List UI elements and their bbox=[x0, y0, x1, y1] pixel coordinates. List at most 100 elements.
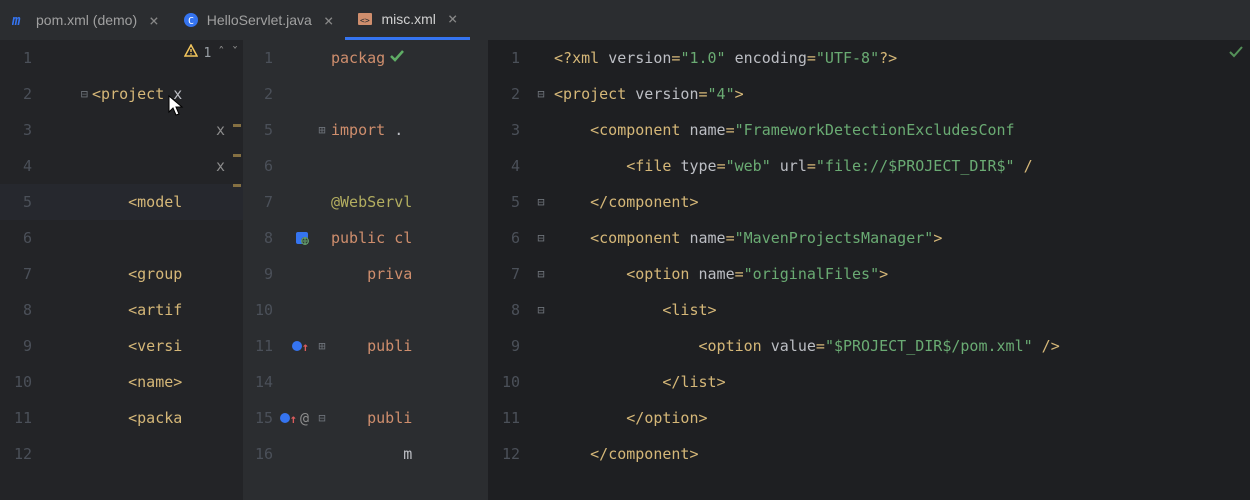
code-line[interactable]: 2 bbox=[243, 76, 488, 112]
override-icon[interactable]: ↑ bbox=[280, 409, 297, 427]
code-line[interactable]: 7⊟ <option name="originalFiles"> bbox=[488, 256, 1250, 292]
close-icon[interactable]: × bbox=[149, 11, 159, 30]
line-number: 3 bbox=[488, 121, 532, 139]
line-number: 9 bbox=[488, 337, 532, 355]
code-line[interactable]: 8⊟ <list> bbox=[488, 292, 1250, 328]
editor-col-misc[interactable]: 1<?xml version="1.0" encoding="UTF-8"?>2… bbox=[488, 40, 1250, 500]
line-number: 5 bbox=[0, 193, 44, 211]
code-line[interactable]: 1packag bbox=[243, 40, 488, 76]
code-line[interactable]: 12 bbox=[0, 436, 243, 472]
fold-toggle-icon[interactable]: ⊟ bbox=[537, 87, 544, 101]
code-line[interactable]: 8 <artif bbox=[0, 292, 243, 328]
code: publi bbox=[331, 337, 412, 355]
fold-toggle-icon[interactable]: ⊟ bbox=[81, 87, 88, 101]
code-line[interactable]: 7@WebServl bbox=[243, 184, 488, 220]
editor-col-java[interactable]: 1packag25⊞import .67@WebServl8public cl9… bbox=[243, 40, 488, 500]
code: </list> bbox=[554, 373, 726, 391]
inspection-ok[interactable] bbox=[1228, 44, 1244, 64]
line-number: 15 bbox=[243, 409, 285, 427]
maven-icon: m bbox=[12, 12, 28, 28]
inspection-summary[interactable]: 1 ˆ ˇ bbox=[184, 44, 239, 62]
line-number: 11 bbox=[243, 337, 285, 355]
editor-col-pom[interactable]: 1 ˆ ˇ 12 ⊟ <project x 3x4x5 <model67 <group… bbox=[0, 40, 243, 500]
code-line[interactable]: 10 bbox=[243, 292, 488, 328]
code-line[interactable]: 10 </list> bbox=[488, 364, 1250, 400]
code-line[interactable]: 6 ⊟ <component name="MavenProjectsManager… bbox=[488, 220, 1250, 256]
code: public cl bbox=[331, 229, 412, 247]
line-number: 2 bbox=[488, 85, 532, 103]
tab-label: HelloServlet.java bbox=[207, 12, 312, 28]
tab-pom[interactable]: m pom.xml (demo) × bbox=[0, 0, 171, 40]
code: m bbox=[331, 445, 412, 463]
fold-toggle-icon[interactable]: ⊟ bbox=[537, 303, 544, 317]
code: <project x bbox=[92, 85, 182, 103]
line-number: 1 bbox=[243, 49, 285, 67]
code: <group bbox=[92, 265, 182, 283]
code-line[interactable]: 15↑@⊟ publi bbox=[243, 400, 488, 436]
code-line[interactable]: 5 ⊞ import . bbox=[243, 112, 488, 148]
code: <project version="4"> bbox=[554, 85, 744, 103]
code: </option> bbox=[554, 409, 708, 427]
prev-highlight-icon[interactable]: ˆ bbox=[217, 46, 225, 61]
code: import . bbox=[331, 121, 403, 139]
stripe-mark[interactable] bbox=[233, 184, 241, 187]
code-line[interactable]: 4x bbox=[0, 148, 243, 184]
line-number: 2 bbox=[243, 85, 285, 103]
code-line[interactable]: 6 bbox=[0, 220, 243, 256]
close-icon[interactable]: × bbox=[324, 11, 334, 30]
code-line[interactable]: 1<?xml version="1.0" encoding="UTF-8"?> bbox=[488, 40, 1250, 76]
fold-toggle-icon[interactable]: ⊞ bbox=[318, 123, 325, 137]
override-icon[interactable]: ↑ bbox=[292, 337, 309, 355]
code-line[interactable]: 3 <component name="FrameworkDetectionExc… bbox=[488, 112, 1250, 148]
fold-toggle-icon[interactable]: ⊞ bbox=[318, 339, 325, 353]
tab-java[interactable]: C HelloServlet.java × bbox=[171, 0, 346, 40]
code-line[interactable]: 9 <option value="$PROJECT_DIR$/pom.xml" … bbox=[488, 328, 1250, 364]
gutter: ⊟ bbox=[532, 303, 554, 317]
next-highlight-icon[interactable]: ˇ bbox=[231, 46, 239, 61]
code-line[interactable]: 16 m bbox=[243, 436, 488, 472]
code-line[interactable]: 11 ↑ ⊞ publi bbox=[243, 328, 488, 364]
svg-text:C: C bbox=[188, 16, 194, 27]
line-number: 6 bbox=[488, 229, 532, 247]
code-line[interactable]: 4 <file type="web" url="file://$PROJECT_… bbox=[488, 148, 1250, 184]
line-number: 9 bbox=[243, 265, 285, 283]
code: @WebServl bbox=[331, 193, 412, 211]
code: <list> bbox=[554, 301, 717, 319]
code-line[interactable]: 2 ⊟ <project version="4"> bbox=[488, 76, 1250, 112]
code-line[interactable]: 9 <versi bbox=[0, 328, 243, 364]
line-number: 11 bbox=[488, 409, 532, 427]
code-line[interactable]: 5 <model bbox=[0, 184, 243, 220]
code-line[interactable]: 5⊟ </component> bbox=[488, 184, 1250, 220]
gutter: ⊟ bbox=[532, 267, 554, 281]
line-number: 10 bbox=[488, 373, 532, 391]
fold-toggle-icon[interactable]: ⊟ bbox=[537, 267, 544, 281]
code-line[interactable]: 9 priva bbox=[243, 256, 488, 292]
code-line[interactable]: 11 </option> bbox=[488, 400, 1250, 436]
code: <component name="FrameworkDetectionExclu… bbox=[554, 121, 1015, 139]
code-line[interactable]: 6 bbox=[243, 148, 488, 184]
code-line[interactable]: 11 <packa bbox=[0, 400, 243, 436]
code-line[interactable]: 7 <group bbox=[0, 256, 243, 292]
code: <component name="MavenProjectsManager"> bbox=[554, 229, 942, 247]
tab-misc[interactable]: <> misc.xml × bbox=[345, 0, 469, 40]
close-icon[interactable]: × bbox=[448, 9, 458, 28]
line-number: 12 bbox=[0, 445, 44, 463]
gutter: ⊟ bbox=[44, 87, 92, 101]
fold-toggle-icon[interactable]: ⊟ bbox=[318, 411, 325, 425]
code-line[interactable]: 12 </component> bbox=[488, 436, 1250, 472]
fold-toggle-icon[interactable]: ⊟ bbox=[537, 231, 544, 245]
code-line[interactable]: 14 bbox=[243, 364, 488, 400]
code-line[interactable]: 3x bbox=[0, 112, 243, 148]
warning-icon bbox=[184, 44, 198, 62]
line-number: 11 bbox=[0, 409, 44, 427]
code-line[interactable]: 10 <name> bbox=[0, 364, 243, 400]
code: <versi bbox=[92, 337, 182, 355]
line-number: 12 bbox=[488, 445, 532, 463]
line-number: 6 bbox=[243, 157, 285, 175]
fold-toggle-icon[interactable]: ⊟ bbox=[537, 195, 544, 209]
tab-label: misc.xml bbox=[381, 11, 435, 27]
line-number: 5 bbox=[243, 121, 285, 139]
web-icon[interactable] bbox=[295, 231, 309, 245]
code-line[interactable]: 8public cl bbox=[243, 220, 488, 256]
code-line[interactable]: 2⊟<project x bbox=[0, 76, 243, 112]
